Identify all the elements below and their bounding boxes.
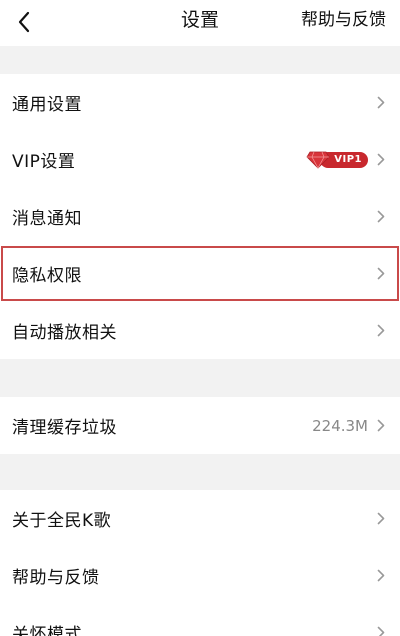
settings-group-about: 关于全民K歌 帮助与反馈 关怀模式	[0, 490, 400, 636]
group-spacer	[0, 46, 400, 74]
chevron-right-icon	[376, 626, 386, 636]
settings-screen: 设置 帮助与反馈 通用设置 VIP设置 VIP1 消息通知 隐私权限 自动播放相…	[0, 0, 400, 636]
vip-level-badge: VIP1	[306, 151, 368, 169]
chevron-right-icon	[376, 210, 386, 224]
settings-item-label: 消息通知	[12, 209, 82, 229]
settings-group-cache: 清理缓存垃圾 224.3M	[0, 397, 400, 454]
help-feedback-link[interactable]: 帮助与反馈	[301, 0, 386, 44]
settings-item-label: 隐私权限	[12, 266, 82, 286]
diamond-icon	[306, 151, 330, 169]
group-spacer	[0, 454, 400, 490]
chevron-right-icon	[376, 512, 386, 526]
chevron-right-icon	[376, 324, 386, 338]
chevron-right-icon	[376, 153, 386, 167]
settings-item-help-feedback[interactable]: 帮助与反馈	[0, 547, 400, 604]
settings-item-privacy[interactable]: 隐私权限	[0, 245, 400, 302]
chevron-right-icon	[376, 569, 386, 583]
settings-item-label: 关怀模式	[12, 625, 82, 636]
chevron-right-icon	[376, 419, 386, 433]
back-button[interactable]	[6, 2, 42, 42]
settings-item-care-mode[interactable]: 关怀模式	[0, 604, 400, 636]
settings-item-notifications[interactable]: 消息通知	[0, 188, 400, 245]
chevron-right-icon	[376, 267, 386, 281]
settings-item-label: 自动播放相关	[12, 323, 117, 343]
settings-item-autoplay[interactable]: 自动播放相关	[0, 302, 400, 359]
settings-item-about[interactable]: 关于全民K歌	[0, 490, 400, 547]
settings-item-label: 通用设置	[12, 95, 82, 115]
settings-item-clear-cache[interactable]: 清理缓存垃圾 224.3M	[0, 397, 400, 454]
group-spacer	[0, 359, 400, 397]
chevron-left-icon	[18, 11, 30, 33]
settings-item-vip[interactable]: VIP设置 VIP1	[0, 131, 400, 188]
settings-item-label: 帮助与反馈	[12, 568, 100, 588]
settings-item-general[interactable]: 通用设置	[0, 74, 400, 131]
cache-size-value: 224.3M	[312, 416, 368, 435]
settings-item-label: 关于全民K歌	[12, 511, 112, 531]
top-nav-bar: 设置 帮助与反馈	[0, 0, 400, 46]
settings-item-label: VIP设置	[12, 152, 76, 172]
settings-item-label: 清理缓存垃圾	[12, 418, 117, 438]
settings-group-main: 通用设置 VIP设置 VIP1 消息通知 隐私权限 自动播放相关	[0, 74, 400, 359]
chevron-right-icon	[376, 96, 386, 110]
